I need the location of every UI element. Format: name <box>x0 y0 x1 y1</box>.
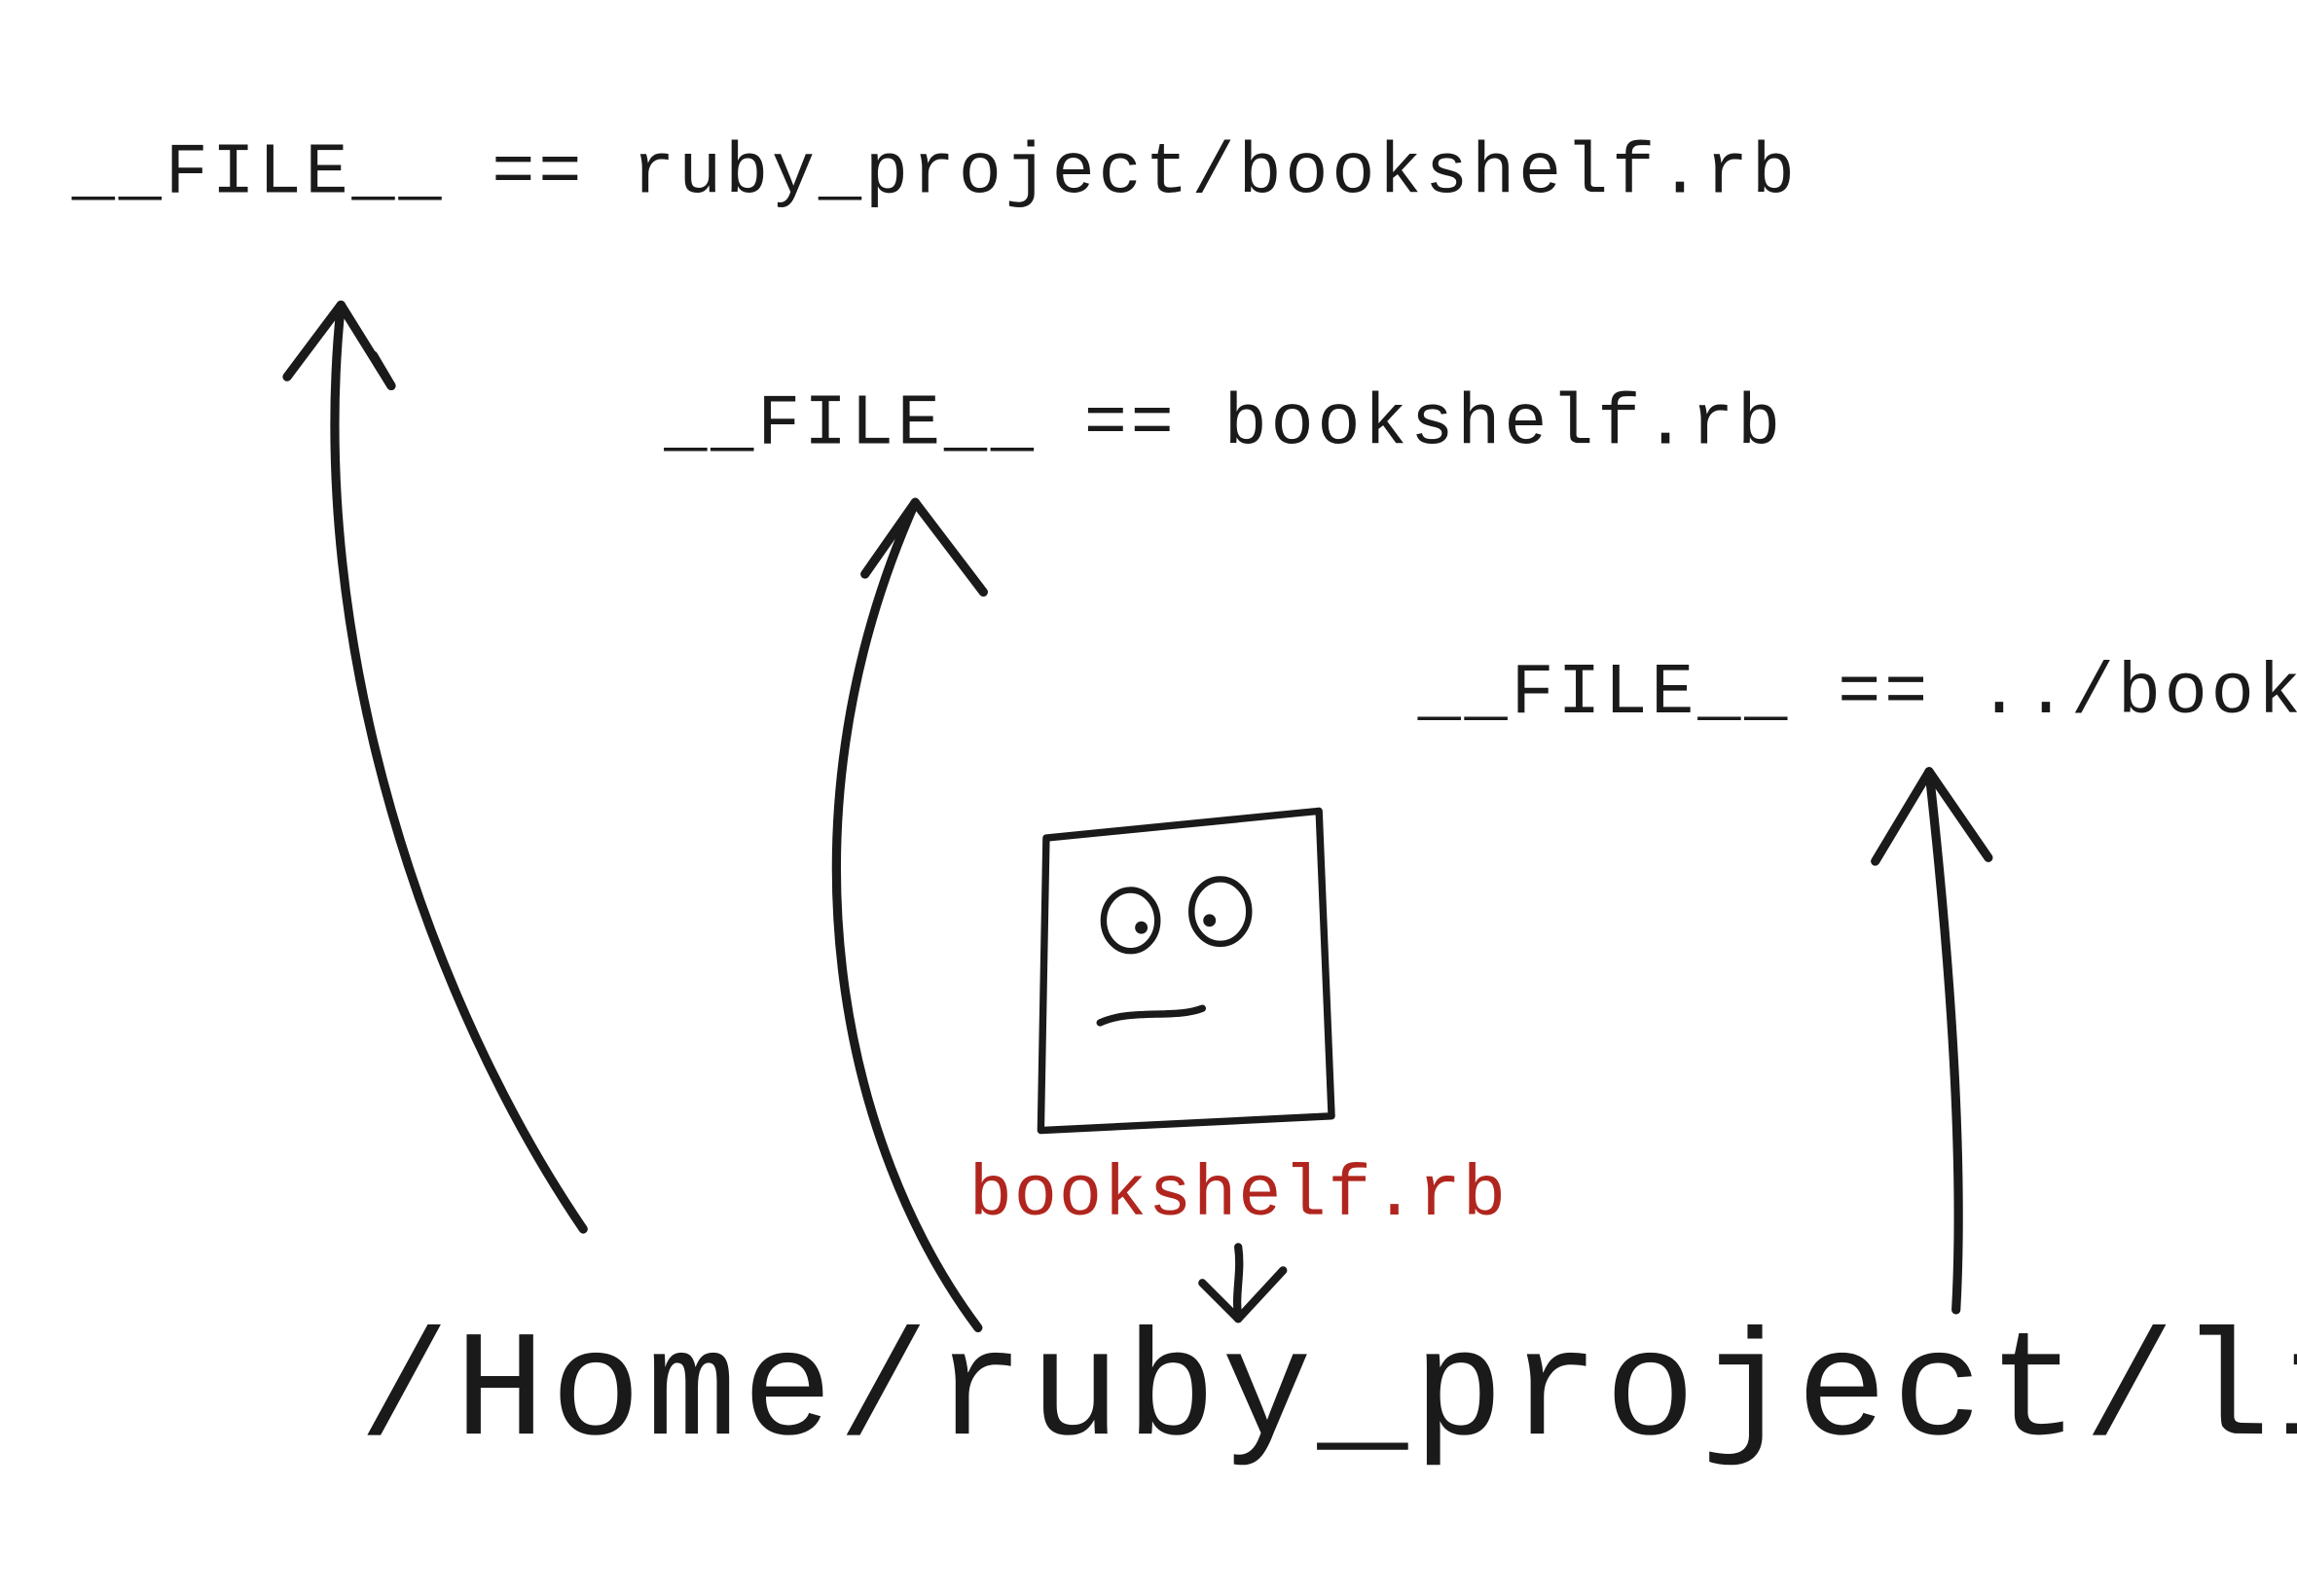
code-label-top: __FILE__ == ruby_project/bookshelf.rb <box>72 134 1799 215</box>
filename-label: bookshelf.rb <box>969 1157 1508 1238</box>
code-label-right: __FILE__ == ../bookshelf.rb <box>1418 655 2297 736</box>
face-eye-left <box>1104 890 1157 952</box>
face-box <box>1040 811 1331 1130</box>
arrow-right <box>1876 772 1988 1310</box>
path-label: /Home/ruby_project/lib <box>359 1310 2297 1480</box>
face-eye-right <box>1191 879 1249 943</box>
arrow-down-small <box>1202 1247 1283 1319</box>
arrow-middle <box>836 502 983 1327</box>
code-label-middle: __FILE__ == bookshelf.rb <box>664 385 1784 466</box>
arrow-left <box>287 305 583 1229</box>
face-mouth <box>1100 1008 1202 1023</box>
